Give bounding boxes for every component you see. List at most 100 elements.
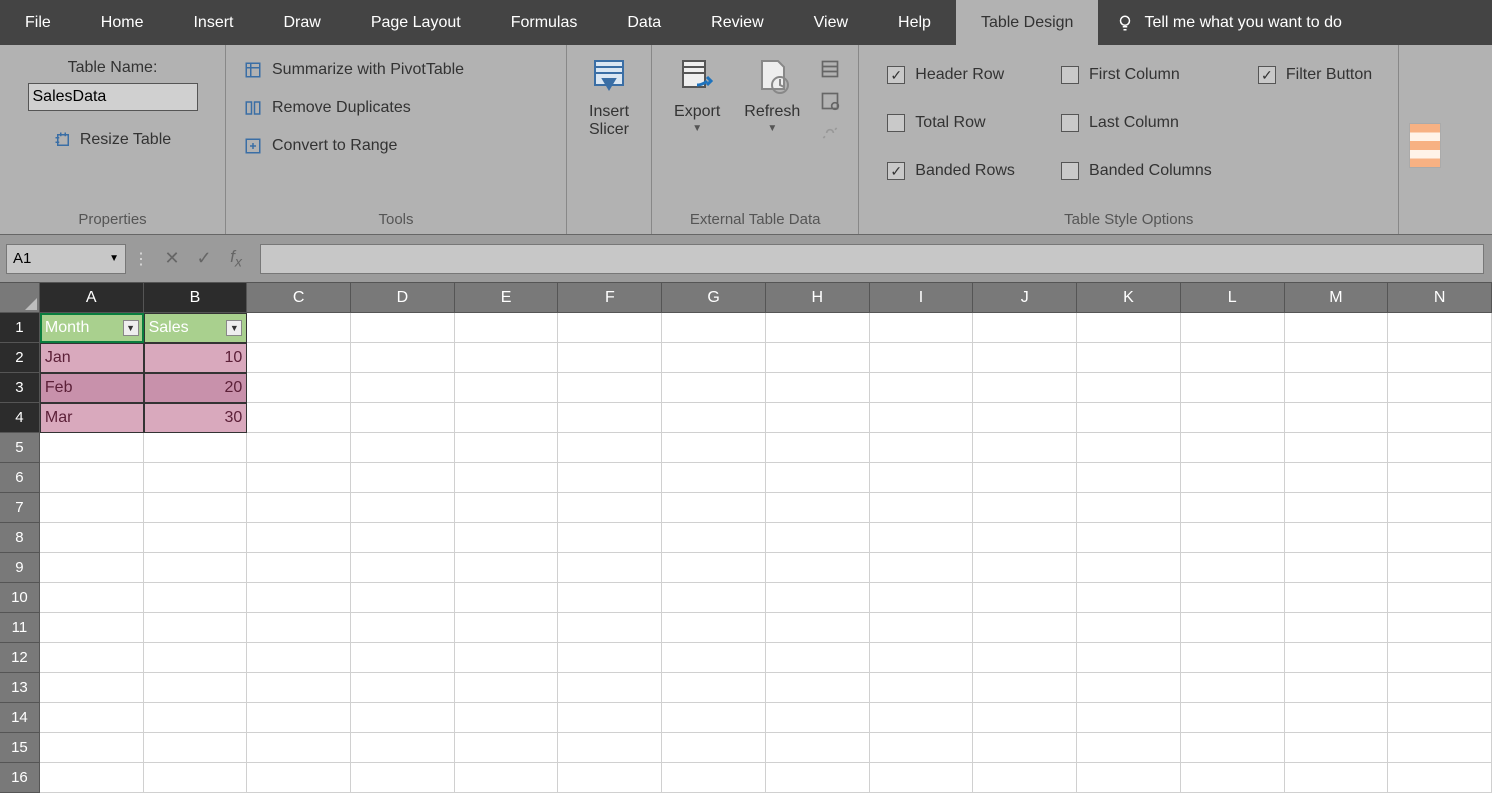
- accept-formula-button[interactable]: ✓: [188, 248, 220, 269]
- select-all-corner[interactable]: [0, 283, 40, 312]
- name-box[interactable]: A1 ▼: [6, 244, 126, 274]
- cell-B2[interactable]: 10: [144, 343, 248, 373]
- cell-M11[interactable]: [1285, 613, 1389, 643]
- cell-D11[interactable]: [351, 613, 455, 643]
- cell-H9[interactable]: [766, 553, 870, 583]
- cell-F14[interactable]: [558, 703, 662, 733]
- tab-help[interactable]: Help: [873, 0, 956, 45]
- cell-E9[interactable]: [455, 553, 559, 583]
- cell-J14[interactable]: [973, 703, 1077, 733]
- cell-J1[interactable]: [973, 313, 1077, 343]
- tab-table-design[interactable]: Table Design: [956, 0, 1099, 45]
- cell-B7[interactable]: [144, 493, 248, 523]
- cell-J10[interactable]: [973, 583, 1077, 613]
- cell-F7[interactable]: [558, 493, 662, 523]
- cell-F15[interactable]: [558, 733, 662, 763]
- cell-L12[interactable]: [1181, 643, 1285, 673]
- cell-N5[interactable]: [1388, 433, 1492, 463]
- cell-G4[interactable]: [662, 403, 766, 433]
- cell-F2[interactable]: [558, 343, 662, 373]
- cell-A15[interactable]: [40, 733, 144, 763]
- column-header-H[interactable]: H: [766, 283, 870, 312]
- cell-K2[interactable]: [1077, 343, 1181, 373]
- cell-J13[interactable]: [973, 673, 1077, 703]
- cell-K8[interactable]: [1077, 523, 1181, 553]
- row-header-10[interactable]: 10: [0, 583, 40, 613]
- cell-G5[interactable]: [662, 433, 766, 463]
- cell-C10[interactable]: [247, 583, 351, 613]
- cell-C13[interactable]: [247, 673, 351, 703]
- cell-D7[interactable]: [351, 493, 455, 523]
- cell-J16[interactable]: [973, 763, 1077, 793]
- cell-M16[interactable]: [1285, 763, 1389, 793]
- unlink-button[interactable]: [818, 121, 842, 145]
- cell-G7[interactable]: [662, 493, 766, 523]
- row-header-2[interactable]: 2: [0, 343, 40, 373]
- column-header-C[interactable]: C: [247, 283, 351, 312]
- cell-I6[interactable]: [870, 463, 974, 493]
- banded-columns-checkbox[interactable]: Banded Columns: [1061, 162, 1228, 180]
- cell-G2[interactable]: [662, 343, 766, 373]
- cell-L2[interactable]: [1181, 343, 1285, 373]
- cell-J8[interactable]: [973, 523, 1077, 553]
- cell-M3[interactable]: [1285, 373, 1389, 403]
- cell-C7[interactable]: [247, 493, 351, 523]
- tab-file[interactable]: File: [0, 0, 76, 45]
- column-header-L[interactable]: L: [1181, 283, 1285, 312]
- cell-B15[interactable]: [144, 733, 248, 763]
- cell-G13[interactable]: [662, 673, 766, 703]
- cell-H14[interactable]: [766, 703, 870, 733]
- row-header-7[interactable]: 7: [0, 493, 40, 523]
- cell-D13[interactable]: [351, 673, 455, 703]
- column-header-N[interactable]: N: [1388, 283, 1492, 312]
- tell-me-search[interactable]: Tell me what you want to do: [1098, 0, 1359, 45]
- convert-range-button[interactable]: Convert to Range: [236, 127, 556, 165]
- tab-review[interactable]: Review: [686, 0, 788, 45]
- cell-M1[interactable]: [1285, 313, 1389, 343]
- cell-H7[interactable]: [766, 493, 870, 523]
- row-header-8[interactable]: 8: [0, 523, 40, 553]
- properties-small-button[interactable]: [818, 57, 842, 81]
- cell-G12[interactable]: [662, 643, 766, 673]
- cell-M2[interactable]: [1285, 343, 1389, 373]
- cell-A5[interactable]: [40, 433, 144, 463]
- column-header-G[interactable]: G: [662, 283, 766, 312]
- cell-B4[interactable]: 30: [144, 403, 248, 433]
- cell-A1[interactable]: Month▼: [40, 313, 144, 343]
- cell-E16[interactable]: [455, 763, 559, 793]
- column-header-D[interactable]: D: [351, 283, 455, 312]
- cell-H1[interactable]: [766, 313, 870, 343]
- cell-I16[interactable]: [870, 763, 974, 793]
- open-in-browser-button[interactable]: [818, 89, 842, 113]
- cell-K1[interactable]: [1077, 313, 1181, 343]
- cell-I10[interactable]: [870, 583, 974, 613]
- cell-L16[interactable]: [1181, 763, 1285, 793]
- cell-J6[interactable]: [973, 463, 1077, 493]
- cell-I13[interactable]: [870, 673, 974, 703]
- column-header-E[interactable]: E: [455, 283, 559, 312]
- cell-J3[interactable]: [973, 373, 1077, 403]
- insert-slicer-button[interactable]: Insert Slicer: [577, 51, 641, 224]
- cell-N4[interactable]: [1388, 403, 1492, 433]
- cell-K3[interactable]: [1077, 373, 1181, 403]
- export-button[interactable]: Export ▼: [662, 51, 732, 207]
- cell-B12[interactable]: [144, 643, 248, 673]
- cell-B10[interactable]: [144, 583, 248, 613]
- table-name-input[interactable]: [28, 83, 198, 111]
- cell-E5[interactable]: [455, 433, 559, 463]
- column-header-I[interactable]: I: [870, 283, 974, 312]
- cell-F10[interactable]: [558, 583, 662, 613]
- cell-M15[interactable]: [1285, 733, 1389, 763]
- cell-N7[interactable]: [1388, 493, 1492, 523]
- cell-L9[interactable]: [1181, 553, 1285, 583]
- cell-A10[interactable]: [40, 583, 144, 613]
- tab-data[interactable]: Data: [602, 0, 686, 45]
- cell-K12[interactable]: [1077, 643, 1181, 673]
- cell-F1[interactable]: [558, 313, 662, 343]
- cell-E2[interactable]: [455, 343, 559, 373]
- cell-M7[interactable]: [1285, 493, 1389, 523]
- cell-K4[interactable]: [1077, 403, 1181, 433]
- cell-M14[interactable]: [1285, 703, 1389, 733]
- cell-E8[interactable]: [455, 523, 559, 553]
- cell-C9[interactable]: [247, 553, 351, 583]
